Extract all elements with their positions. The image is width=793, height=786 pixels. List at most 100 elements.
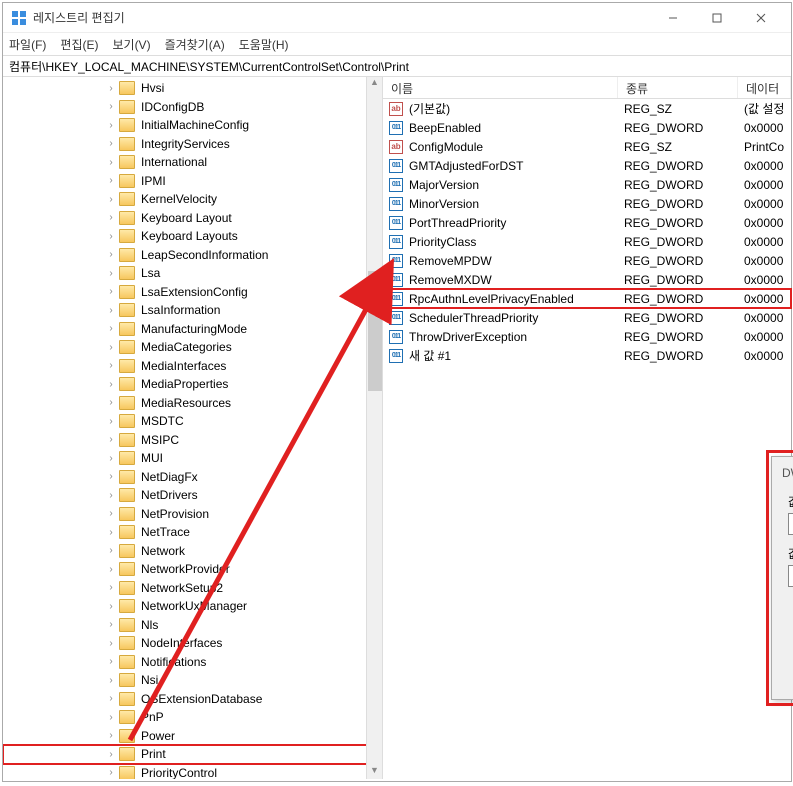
registry-value-row[interactable]: 011RpcAuthnLevelPrivacyEnabledREG_DWORD0… (383, 289, 791, 308)
col-data[interactable]: 데이터 (738, 77, 791, 98)
expand-chevron-icon[interactable]: › (105, 453, 117, 464)
maximize-button[interactable] (695, 4, 739, 32)
tree-item-initialmachineconfig[interactable]: ›InitialMachineConfig (3, 116, 382, 135)
registry-value-row[interactable]: 011MajorVersionREG_DWORD0x0000 (383, 175, 791, 194)
col-name[interactable]: 이름 (383, 77, 618, 98)
tree-item-nls[interactable]: ›Nls (3, 616, 382, 635)
menu-help[interactable]: 도움말(H) (239, 36, 289, 53)
value-data-input[interactable] (788, 565, 793, 587)
tree-item-keyboard-layout[interactable]: ›Keyboard Layout (3, 209, 382, 228)
expand-chevron-icon[interactable]: › (105, 656, 117, 667)
expand-chevron-icon[interactable]: › (105, 194, 117, 205)
expand-chevron-icon[interactable]: › (105, 268, 117, 279)
tree-item-prioritycontrol[interactable]: ›PriorityControl (3, 764, 382, 780)
tree-item-hvsi[interactable]: ›Hvsi (3, 79, 382, 98)
expand-chevron-icon[interactable]: › (105, 749, 117, 760)
expand-chevron-icon[interactable]: › (105, 416, 117, 427)
expand-chevron-icon[interactable]: › (105, 101, 117, 112)
tree-item-integrityservices[interactable]: ›IntegrityServices (3, 135, 382, 154)
expand-chevron-icon[interactable]: › (105, 323, 117, 334)
expand-chevron-icon[interactable]: › (105, 305, 117, 316)
tree-item-mui[interactable]: ›MUI (3, 449, 382, 468)
expand-chevron-icon[interactable]: › (105, 730, 117, 741)
registry-value-row[interactable]: 011ThrowDriverExceptionREG_DWORD0x0000 (383, 327, 791, 346)
menu-favorites[interactable]: 즐겨찾기(A) (165, 36, 225, 53)
close-button[interactable] (739, 4, 783, 32)
registry-value-row[interactable]: 011새 값 #1REG_DWORD0x0000 (383, 346, 791, 365)
tree-item-netdrivers[interactable]: ›NetDrivers (3, 486, 382, 505)
expand-chevron-icon[interactable]: › (105, 675, 117, 686)
menu-file[interactable]: 파일(F) (9, 36, 46, 53)
tree-item-lsainformation[interactable]: ›LsaInformation (3, 301, 382, 320)
expand-chevron-icon[interactable]: › (105, 582, 117, 593)
address-bar[interactable]: 컴퓨터\HKEY_LOCAL_MACHINE\SYSTEM\CurrentCon… (3, 55, 791, 77)
expand-chevron-icon[interactable]: › (105, 120, 117, 131)
expand-chevron-icon[interactable]: › (105, 712, 117, 723)
expand-chevron-icon[interactable]: › (105, 490, 117, 501)
tree-item-msdtc[interactable]: ›MSDTC (3, 412, 382, 431)
registry-value-row[interactable]: 011GMTAdjustedForDSTREG_DWORD0x0000 (383, 156, 791, 175)
tree-item-osextensiondatabase[interactable]: ›OSExtensionDatabase (3, 690, 382, 709)
expand-chevron-icon[interactable]: › (105, 379, 117, 390)
tree-item-lsaextensionconfig[interactable]: ›LsaExtensionConfig (3, 283, 382, 302)
expand-chevron-icon[interactable]: › (105, 397, 117, 408)
menu-edit[interactable]: 편집(E) (60, 36, 98, 53)
registry-value-row[interactable]: 011PriorityClassREG_DWORD0x0000 (383, 232, 791, 251)
registry-value-row[interactable]: 011BeepEnabledREG_DWORD0x0000 (383, 118, 791, 137)
tree-item-netdiagfx[interactable]: ›NetDiagFx (3, 468, 382, 487)
expand-chevron-icon[interactable]: › (105, 601, 117, 612)
registry-value-row[interactable]: 011SchedulerThreadPriorityREG_DWORD0x000… (383, 308, 791, 327)
tree-item-pnp[interactable]: ›PnP (3, 708, 382, 727)
tree-item-idconfigdb[interactable]: ›IDConfigDB (3, 98, 382, 117)
expand-chevron-icon[interactable]: › (105, 767, 117, 778)
tree-item-nettrace[interactable]: ›NetTrace (3, 523, 382, 542)
expand-chevron-icon[interactable]: › (105, 527, 117, 538)
tree-item-msipc[interactable]: ›MSIPC (3, 431, 382, 450)
tree-item-networkuxmanager[interactable]: ›NetworkUxManager (3, 597, 382, 616)
tree-item-power[interactable]: ›Power (3, 727, 382, 746)
expand-chevron-icon[interactable]: › (105, 83, 117, 94)
registry-value-row[interactable]: abConfigModuleREG_SZPrintCo (383, 137, 791, 156)
expand-chevron-icon[interactable]: › (105, 564, 117, 575)
registry-value-row[interactable]: 011MinorVersionREG_DWORD0x0000 (383, 194, 791, 213)
expand-chevron-icon[interactable]: › (105, 212, 117, 223)
expand-chevron-icon[interactable]: › (105, 175, 117, 186)
tree-item-networksetup2[interactable]: ›NetworkSetup2 (3, 579, 382, 598)
tree-item-netprovision[interactable]: ›NetProvision (3, 505, 382, 524)
tree-item-nsi[interactable]: ›Nsi (3, 671, 382, 690)
tree-panel[interactable]: ›Hvsi›IDConfigDB›InitialMachineConfig›In… (3, 77, 383, 779)
tree-item-mediaproperties[interactable]: ›MediaProperties (3, 375, 382, 394)
tree-item-nodeinterfaces[interactable]: ›NodeInterfaces (3, 634, 382, 653)
tree-scrollbar[interactable]: ▲▼ (366, 77, 382, 779)
registry-value-row[interactable]: 011RemoveMPDWREG_DWORD0x0000 (383, 251, 791, 270)
expand-chevron-icon[interactable]: › (105, 619, 117, 630)
tree-item-leapsecondinformation[interactable]: ›LeapSecondInformation (3, 246, 382, 265)
expand-chevron-icon[interactable]: › (105, 231, 117, 242)
menu-view[interactable]: 보기(V) (112, 36, 150, 53)
tree-item-kernelvelocity[interactable]: ›KernelVelocity (3, 190, 382, 209)
tree-item-mediacategories[interactable]: ›MediaCategories (3, 338, 382, 357)
expand-chevron-icon[interactable]: › (105, 508, 117, 519)
tree-item-lsa[interactable]: ›Lsa (3, 264, 382, 283)
tree-item-international[interactable]: ›International (3, 153, 382, 172)
expand-chevron-icon[interactable]: › (105, 693, 117, 704)
col-type[interactable]: 종류 (618, 77, 738, 98)
expand-chevron-icon[interactable]: › (105, 545, 117, 556)
registry-value-row[interactable]: 011RemoveMXDWREG_DWORD0x0000 (383, 270, 791, 289)
tree-item-manufacturingmode[interactable]: ›ManufacturingMode (3, 320, 382, 339)
tree-item-mediainterfaces[interactable]: ›MediaInterfaces (3, 357, 382, 376)
expand-chevron-icon[interactable]: › (105, 138, 117, 149)
expand-chevron-icon[interactable]: › (105, 638, 117, 649)
value-name-input[interactable] (788, 513, 793, 535)
expand-chevron-icon[interactable]: › (105, 471, 117, 482)
minimize-button[interactable] (651, 4, 695, 32)
expand-chevron-icon[interactable]: › (105, 342, 117, 353)
tree-item-networkprovider[interactable]: ›NetworkProvider (3, 560, 382, 579)
tree-item-network[interactable]: ›Network (3, 542, 382, 561)
expand-chevron-icon[interactable]: › (105, 286, 117, 297)
tree-item-print[interactable]: ›Print (3, 745, 382, 764)
expand-chevron-icon[interactable]: › (105, 360, 117, 371)
expand-chevron-icon[interactable]: › (105, 157, 117, 168)
expand-chevron-icon[interactable]: › (105, 249, 117, 260)
tree-item-mediaresources[interactable]: ›MediaResources (3, 394, 382, 413)
